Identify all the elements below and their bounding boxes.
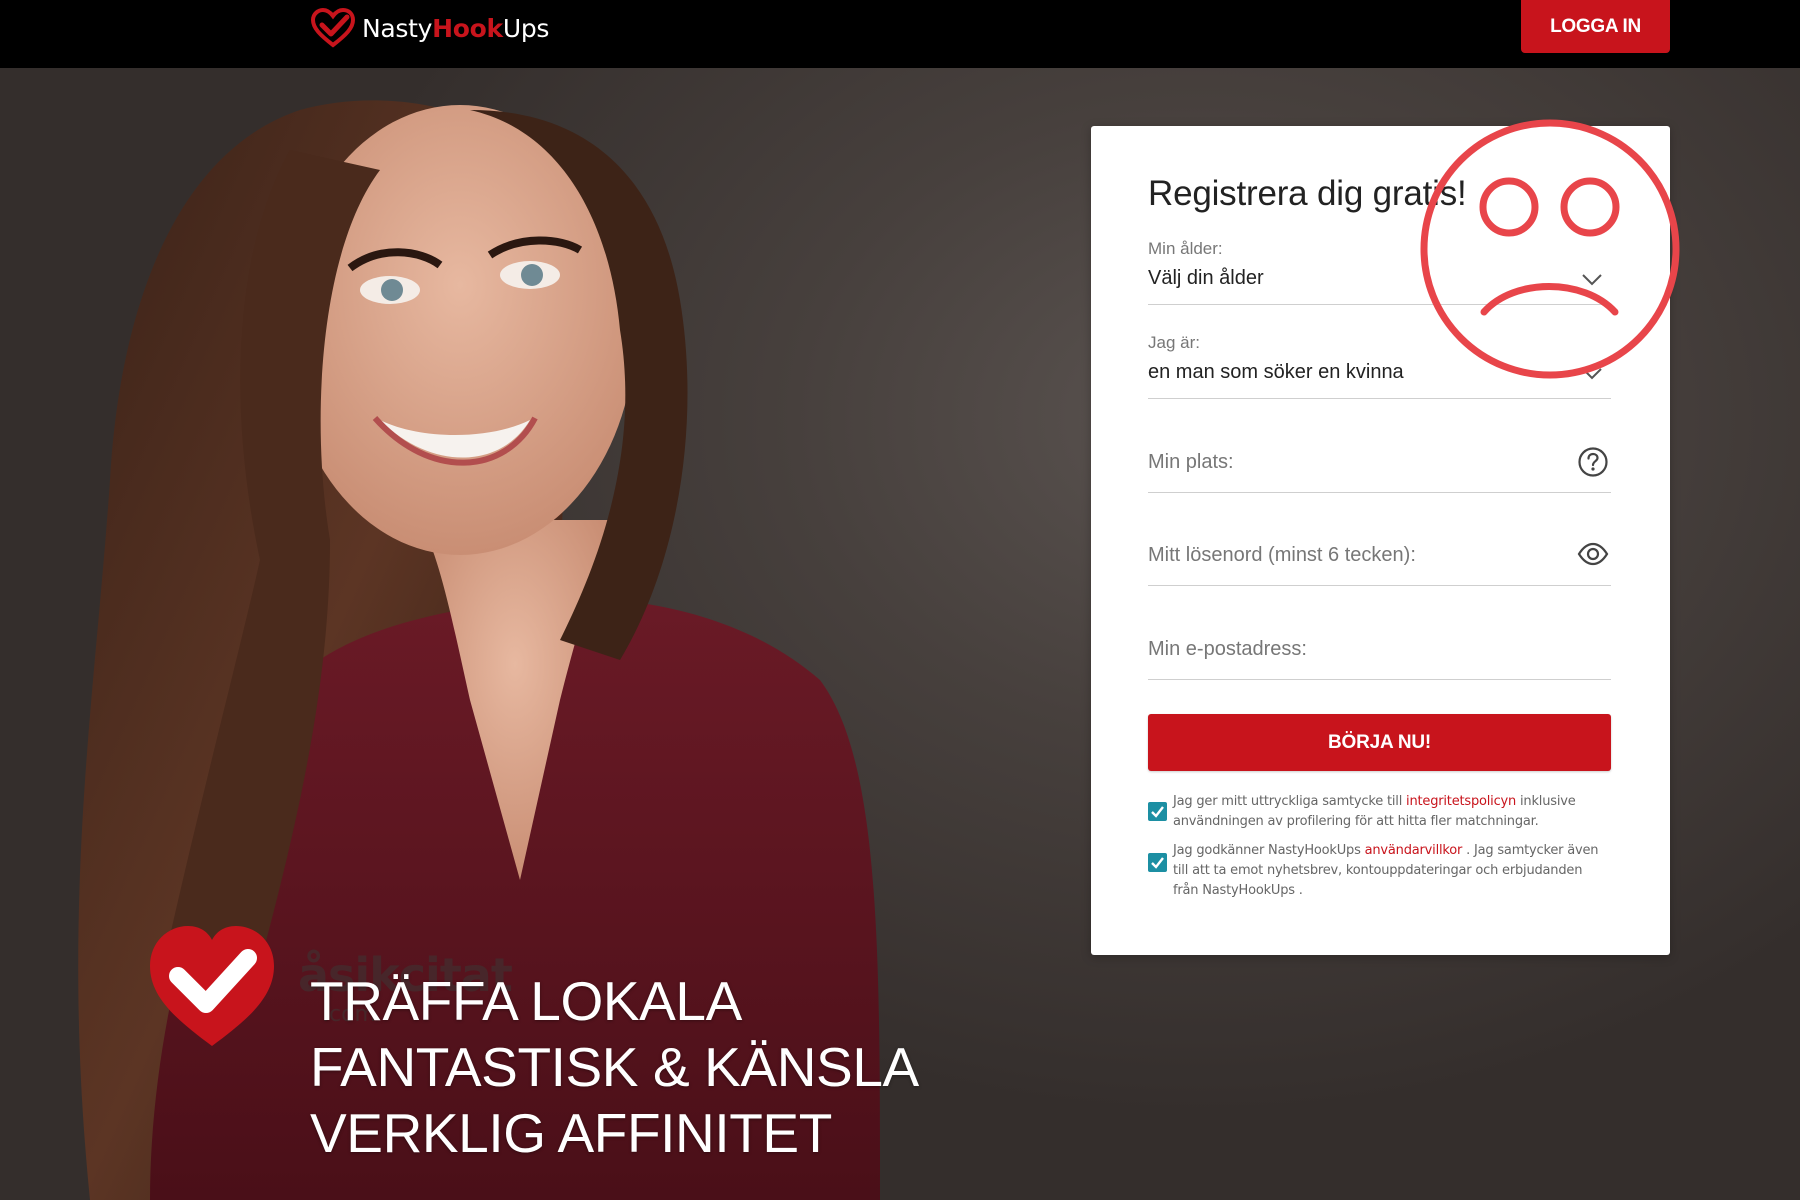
check-icon xyxy=(1151,806,1164,818)
consent-terms-text: Jag godkänner NastyHookUps användarvillk… xyxy=(1173,843,1599,898)
start-now-button[interactable]: BÖRJA NU! xyxy=(1148,714,1611,771)
location-placeholder: Min plats: xyxy=(1148,451,1234,473)
logo-text: NastyHookUps xyxy=(362,13,550,43)
eye-icon[interactable] xyxy=(1577,538,1609,570)
age-label: Min ålder: xyxy=(1148,239,1223,258)
password-field[interactable]: Mitt lösenord (minst 6 tecken): xyxy=(1148,512,1611,586)
check-icon xyxy=(1151,857,1164,869)
consent-privacy-text: Jag ger mitt uttryckliga samtycke till i… xyxy=(1173,794,1576,829)
consent-privacy: Jag ger mitt uttryckliga samtycke till i… xyxy=(1148,792,1611,832)
consent-terms-checkbox[interactable] xyxy=(1148,853,1167,872)
location-field[interactable]: Min plats: xyxy=(1148,418,1611,493)
headline-line-2: FANTASTISK & KÄNSLA xyxy=(310,1036,919,1098)
headline-line-1: TRÄFFA LOKALA xyxy=(310,970,742,1032)
gender-value: en man som söker en kvinna xyxy=(1148,361,1404,383)
consent-privacy-checkbox[interactable] xyxy=(1148,802,1167,821)
email-placeholder: Min e-postadress: xyxy=(1148,638,1307,660)
site-logo[interactable]: NastyHookUps xyxy=(310,6,549,50)
age-value: Välj din ålder xyxy=(1148,267,1264,289)
consent-terms: Jag godkänner NastyHookUps användarvillk… xyxy=(1148,841,1611,901)
top-navigation-bar: NastyHookUps LOGGA IN xyxy=(0,0,1800,68)
password-placeholder: Mitt lösenord (minst 6 tecken): xyxy=(1148,544,1416,566)
sad-face-icon xyxy=(1420,119,1680,379)
headline-line-3: VERKLIG AFFINITET xyxy=(310,1102,832,1164)
terms-link[interactable]: användarvillkor xyxy=(1365,843,1463,858)
hero-headline: TRÄFFA LOKALA FANTASTISK & KÄNSLA VERKLI… xyxy=(310,968,919,1166)
login-button[interactable]: LOGGA IN xyxy=(1521,0,1670,53)
email-field[interactable]: Min e-postadress: xyxy=(1148,605,1611,680)
gender-label: Jag är: xyxy=(1148,333,1200,352)
help-circle-icon[interactable] xyxy=(1577,446,1609,478)
heart-logo-icon xyxy=(310,8,356,48)
privacy-policy-link[interactable]: integritetspolicyn xyxy=(1406,794,1516,809)
heart-logo-icon xyxy=(150,926,274,1046)
